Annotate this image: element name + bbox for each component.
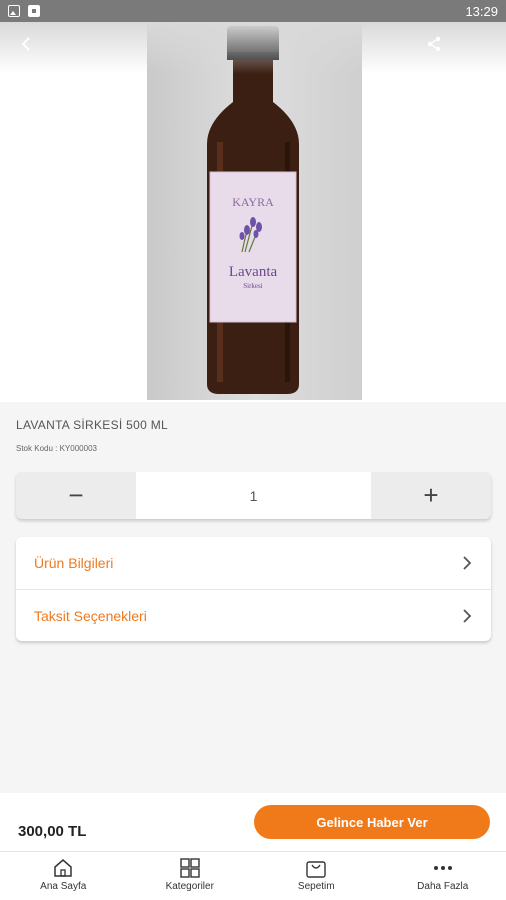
status-icons bbox=[8, 5, 40, 17]
share-button[interactable] bbox=[420, 30, 448, 58]
product-gallery[interactable]: KAYRA Lavanta Sirkesi bbox=[0, 22, 506, 402]
bottle-label-sub: Sirkesi bbox=[243, 282, 263, 290]
installment-options-label: Taksit Seçenekleri bbox=[34, 607, 147, 624]
chevron-left-icon bbox=[21, 37, 30, 51]
product-title: LAVANTA SİRKESİ 500 ML bbox=[16, 418, 168, 432]
more-dots-icon bbox=[433, 866, 452, 870]
grid-icon bbox=[180, 858, 200, 878]
bottom-navigation: Ana Sayfa Kategoriler Sepetim Daha Fazla bbox=[0, 851, 506, 900]
product-details-menu: Ürün Bilgileri Taksit Seçenekleri bbox=[16, 537, 491, 641]
quantity-value[interactable]: 1 bbox=[136, 472, 371, 519]
stock-code-label: Stok Kodu : bbox=[16, 444, 58, 453]
notify-when-available-button[interactable]: Gelince Haber Ver bbox=[254, 805, 490, 839]
app-notification-icon bbox=[28, 5, 40, 17]
tab-categories-label: Kategoriler bbox=[165, 881, 214, 892]
quantity-stepper: − 1 + bbox=[16, 472, 491, 519]
product-price: 300,00 TL bbox=[18, 823, 87, 840]
tab-home-label: Ana Sayfa bbox=[40, 881, 87, 892]
status-time: 13:29 bbox=[465, 3, 498, 19]
bottle-label-name: Lavanta bbox=[229, 264, 278, 280]
status-bar: 13:29 bbox=[0, 0, 506, 22]
product-image[interactable]: KAYRA Lavanta Sirkesi bbox=[147, 22, 362, 400]
back-button[interactable] bbox=[12, 30, 40, 58]
vinegar-bottle-image: KAYRA Lavanta Sirkesi bbox=[207, 26, 299, 394]
product-info-label: Ürün Bilgileri bbox=[34, 555, 114, 571]
tab-cart[interactable]: Sepetim bbox=[253, 852, 380, 900]
product-info: LAVANTA SİRKESİ 500 ML Stok Kodu : KY000… bbox=[16, 418, 168, 453]
increase-quantity-button[interactable]: + bbox=[371, 472, 491, 519]
cart-icon bbox=[306, 861, 326, 878]
tab-more-label: Daha Fazla bbox=[417, 881, 469, 892]
decrease-quantity-button[interactable]: − bbox=[16, 472, 136, 519]
bottle-label-brand: KAYRA bbox=[232, 195, 274, 209]
stock-code-value: KY000003 bbox=[59, 444, 97, 453]
tab-more[interactable]: Daha Fazla bbox=[380, 852, 506, 900]
chevron-right-icon bbox=[463, 556, 472, 570]
product-info-row[interactable]: Ürün Bilgileri bbox=[16, 537, 491, 589]
gallery-notification-icon bbox=[8, 5, 20, 17]
share-icon bbox=[427, 36, 441, 52]
installment-options-row[interactable]: Taksit Seçenekleri bbox=[16, 589, 491, 641]
purchase-bar: 300,00 TL Gelince Haber Ver bbox=[0, 793, 506, 851]
chevron-right-icon bbox=[463, 608, 472, 623]
tab-cart-label: Sepetim bbox=[297, 881, 335, 892]
stock-code-line: Stok Kodu : KY000003 bbox=[16, 444, 168, 453]
tab-categories[interactable]: Kategoriler bbox=[127, 852, 254, 900]
tab-home[interactable]: Ana Sayfa bbox=[0, 852, 127, 900]
home-icon bbox=[54, 859, 72, 877]
